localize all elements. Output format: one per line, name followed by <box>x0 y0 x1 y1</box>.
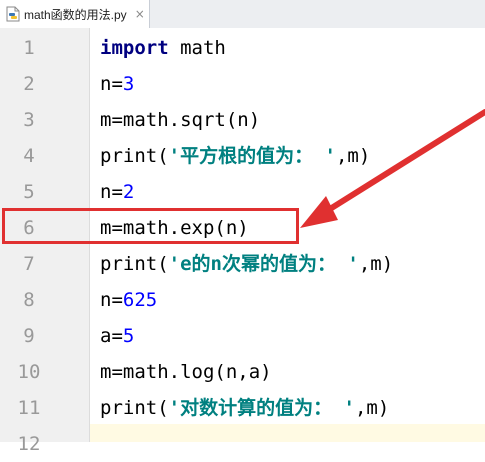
python-file-icon <box>6 6 20 22</box>
editor-tab-bar: math函数的用法.py × <box>0 0 485 29</box>
line-number: 3 <box>23 109 35 131</box>
code-line: 5 n=2 <box>0 174 485 210</box>
code-line: 11 print('对数计算的值为： ',m) <box>0 390 485 426</box>
line-number: 5 <box>23 181 35 203</box>
code-line: 2 n=3 <box>0 66 485 102</box>
code-line: 3 m=math.sqrt(n) <box>0 102 485 138</box>
code-line: 7 print('e的n次幂的值为： ',m) <box>0 246 485 282</box>
code-line: 12 <box>0 426 485 462</box>
code-line: 10 m=math.log(n,a) <box>0 354 485 390</box>
code-text[interactable]: print('平方根的值为： ',m) <box>100 138 370 174</box>
line-number: 4 <box>23 145 35 167</box>
tab-filename: math函数的用法.py <box>24 7 127 22</box>
line-number: 7 <box>23 253 35 275</box>
file-tab[interactable]: math函数的用法.py × <box>0 0 150 28</box>
highlight-box <box>2 208 299 244</box>
code-text[interactable]: n=3 <box>100 66 134 102</box>
code-line: 1 import math <box>0 30 485 66</box>
tab-close-icon[interactable]: × <box>135 7 145 21</box>
code-text[interactable]: import math <box>100 30 226 66</box>
code-line: 9 a=5 <box>0 318 485 354</box>
code-line: 4 print('平方根的值为： ',m) <box>0 138 485 174</box>
line-number: 9 <box>23 325 35 347</box>
code-line: 8 n=625 <box>0 282 485 318</box>
code-text[interactable]: a=5 <box>100 318 134 354</box>
code-text[interactable]: m=math.sqrt(n) <box>100 102 260 138</box>
line-number: 12 <box>17 433 41 455</box>
code-text[interactable]: print('对数计算的值为： ',m) <box>100 390 389 426</box>
code-text[interactable]: print('e的n次幂的值为： ',m) <box>100 246 393 282</box>
line-number: 1 <box>23 37 35 59</box>
line-number: 10 <box>17 361 41 383</box>
line-number: 8 <box>23 289 35 311</box>
code-text[interactable]: n=625 <box>100 282 157 318</box>
code-text[interactable]: n=2 <box>100 174 134 210</box>
code-text[interactable]: m=math.log(n,a) <box>100 354 272 390</box>
line-number: 2 <box>23 73 35 95</box>
line-number: 11 <box>17 397 41 419</box>
